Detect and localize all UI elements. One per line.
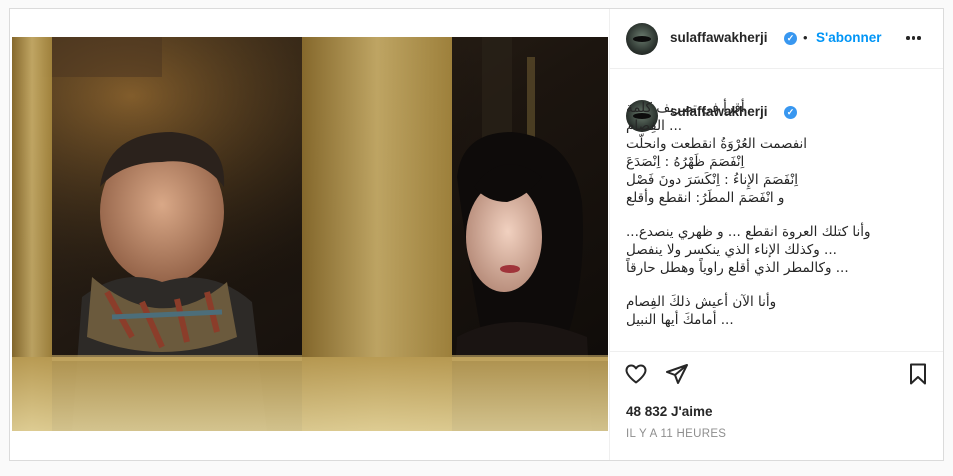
caption-line: ... وكالمطر الذي أقلع راوياً وهطل حارقاً xyxy=(626,260,849,276)
caption-line: انفصمت العُرْوَةُ انقطعت وانحلّت xyxy=(626,136,808,152)
post-sidebar: sulaffawakherji ✓ • S'abonner sulaffawak… xyxy=(609,9,943,460)
paper-plane-icon[interactable] xyxy=(665,362,689,391)
caption-line: ... وكذلك الإناء الذي ينكسر ولا ينفصل xyxy=(626,242,837,258)
post-photo[interactable] xyxy=(12,37,608,431)
post-timestamp[interactable]: IL Y A 11 HEURES xyxy=(626,428,726,440)
caption-line: وأنا الآن أعيش ذلكَ الفِصام xyxy=(626,294,777,310)
separator-dot: • xyxy=(803,30,808,45)
post-header: sulaffawakherji ✓ • S'abonner xyxy=(610,9,943,69)
post-actions xyxy=(610,354,943,394)
more-options-icon[interactable] xyxy=(906,36,924,42)
verified-badge-icon: ✓ xyxy=(784,32,797,45)
post-media xyxy=(10,9,608,460)
bookmark-icon[interactable] xyxy=(906,362,930,391)
heart-icon[interactable] xyxy=(624,362,648,391)
like-count[interactable]: 48 832 J'aime xyxy=(626,404,713,419)
post-caption: أقرأ في تصريف كلمة ... الفِصام انفصمت ال… xyxy=(626,99,926,329)
caption-line: و انْفَصَمَ المطَرُ: انقطع وأقلع xyxy=(626,190,785,206)
caption-line: ... الفِصام xyxy=(626,118,683,134)
caption-line: اِنْفَصَمَ ظَهْرُهُ : اِنْصَدَعَ xyxy=(626,154,745,170)
author-avatar[interactable] xyxy=(626,23,658,55)
caption-line: اِنْفَصَمَ الإِناءُ : اِنْكَسَرَ دونَ فَ… xyxy=(626,172,798,188)
instagram-post: sulaffawakherji ✓ • S'abonner sulaffawak… xyxy=(9,8,944,461)
caption-line: أقرأ في تصريف كلمة xyxy=(626,100,745,116)
caption-line: وأنا كتلك العروة انقطع ... و ظهري ينصدع.… xyxy=(626,224,871,240)
follow-button[interactable]: S'abonner xyxy=(816,30,881,45)
author-username[interactable]: sulaffawakherji xyxy=(670,30,768,45)
caption-line: ... أمامكَ أيها النبيل xyxy=(626,312,734,328)
